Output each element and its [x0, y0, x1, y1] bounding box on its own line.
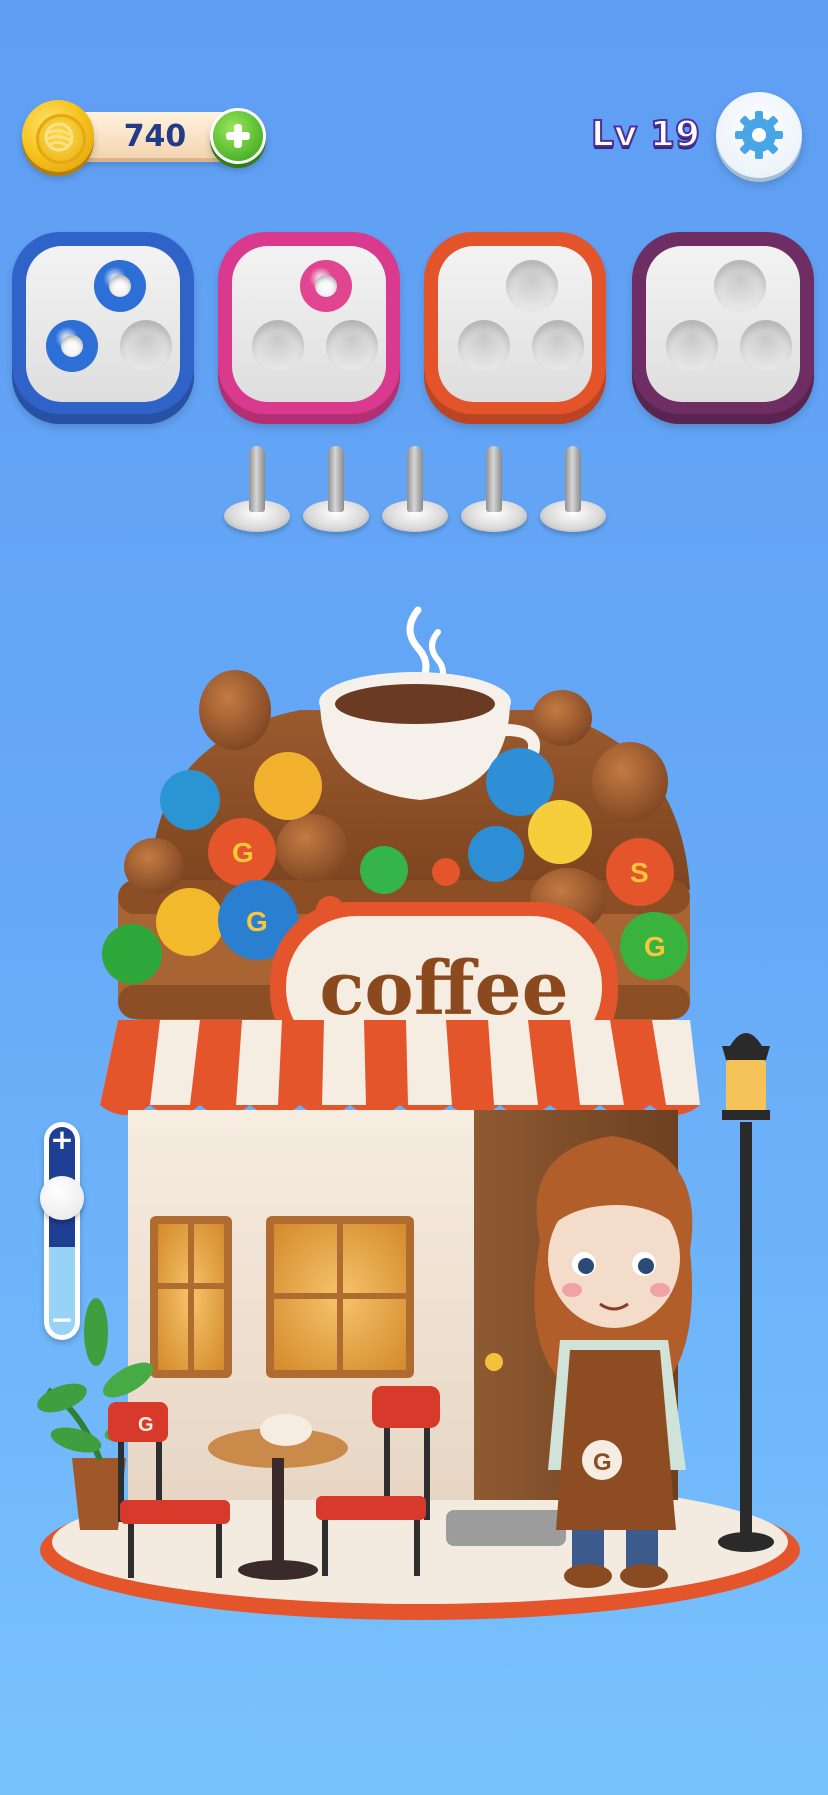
peg-slot — [538, 446, 608, 532]
coffee-sign-text: coffee — [319, 946, 568, 1032]
yarn-coin-inner — [36, 114, 86, 164]
tray-slot — [714, 260, 766, 312]
tray-surface — [26, 246, 180, 402]
tray-surface — [438, 246, 592, 402]
tray-slot — [506, 260, 558, 312]
blue-tray[interactable] — [12, 232, 194, 424]
peg-slot — [301, 446, 371, 532]
gear-icon — [735, 111, 783, 159]
yarn-ball-icon — [94, 260, 146, 312]
apron-letter: G — [593, 1449, 612, 1476]
tray-surface — [232, 246, 386, 402]
coffee-shop-scene[interactable]: G G S G coffee G G — [0, 590, 828, 1650]
ball-letter-2: G — [246, 906, 268, 937]
orange-tray[interactable] — [424, 232, 606, 424]
tray-slot — [120, 320, 172, 372]
ball-letter-4: G — [644, 931, 666, 962]
add-coins-button[interactable] — [210, 108, 266, 164]
tray-surface — [646, 246, 800, 402]
pink-tray[interactable] — [218, 232, 400, 424]
settings-button[interactable] — [716, 92, 802, 178]
peg-slot — [380, 446, 450, 532]
yarn-ball-icon — [46, 320, 98, 372]
coin-count: 740 — [123, 119, 187, 154]
tray-slot — [458, 320, 510, 372]
tray-slot — [666, 320, 718, 372]
ball-letter-3: S — [630, 857, 649, 888]
plus-icon — [226, 124, 250, 148]
purple-tray[interactable] — [632, 232, 814, 424]
yarn-ball-icon — [300, 260, 352, 312]
peg-slot — [459, 446, 529, 532]
shop-windows — [150, 1216, 414, 1378]
doormat — [446, 1510, 566, 1546]
tray-slot — [326, 320, 378, 372]
ball-letter-1: G — [232, 837, 254, 868]
peg-slot — [222, 446, 292, 532]
striped-awning — [100, 1020, 700, 1115]
tray-slot — [532, 320, 584, 372]
level-indicator: Lv 19 — [590, 113, 701, 156]
barista-girl — [534, 1136, 693, 1588]
street-lamp — [718, 1033, 774, 1552]
tray-slot — [252, 320, 304, 372]
chair-letter: G — [138, 1414, 154, 1436]
tray-slot — [740, 320, 792, 372]
